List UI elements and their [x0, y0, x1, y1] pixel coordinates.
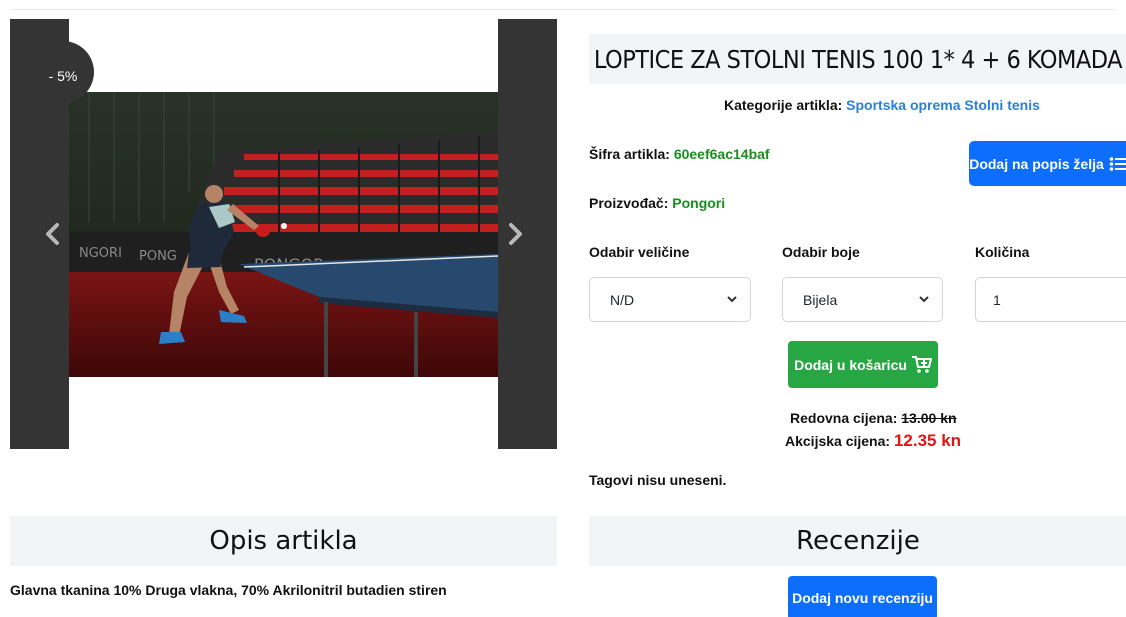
color-select[interactable]: Bijela	[782, 277, 943, 322]
regular-price-value: 13.00 kn	[901, 410, 957, 426]
discount-badge: - 5%	[32, 41, 94, 103]
quantity-input-value: 1	[993, 291, 1001, 308]
category-link-stolni-tenis[interactable]: Stolni tenis	[964, 97, 1039, 113]
color-label: Odabir boje	[782, 244, 860, 260]
add-to-cart-button[interactable]: Dodaj u košaricu	[788, 341, 938, 388]
chevron-left-icon[interactable]	[42, 219, 62, 249]
categories-label: Kategorije artikla:	[724, 97, 843, 113]
product-title: LOPTICE ZA STOLNI TENIS 100 1* 4 + 6 KOM…	[589, 34, 1126, 84]
product-image-carousel[interactable]: NGORI PONG PONGOR - 5%	[10, 19, 557, 449]
cart-plus-icon	[911, 355, 932, 373]
sku-line: Šifra artikla: 60eef6ac14baf	[589, 146, 770, 162]
categories-line: Kategorije artikla: Sportska oprema Stol…	[724, 97, 1040, 113]
sale-price-line: Akcijska cijena: 12.35 kn	[785, 431, 961, 451]
category-link-sportska-oprema[interactable]: Sportska oprema	[846, 97, 960, 113]
tags-text: Tagovi nisu uneseni.	[589, 472, 727, 488]
sku-value: 60eef6ac14baf	[673, 146, 770, 162]
sale-price-label: Akcijska cijena:	[785, 433, 891, 449]
chevron-down-icon	[727, 296, 737, 303]
size-label: Odabir veličine	[589, 244, 690, 260]
add-to-cart-label: Dodaj u košaricu	[794, 356, 907, 373]
add-review-button[interactable]: Dodaj novu recenziju	[788, 576, 937, 617]
svg-text:NGORI: NGORI	[79, 246, 122, 261]
quantity-label: Količina	[975, 244, 1030, 260]
list-icon	[1109, 156, 1126, 171]
quantity-input[interactable]: 1	[975, 277, 1126, 322]
regular-price-label: Redovna cijena:	[790, 410, 898, 426]
top-divider	[10, 9, 1116, 10]
description-text: Glavna tkanina 10% Druga vlakna, 70% Akr…	[10, 582, 447, 598]
reviews-heading: Recenzije	[589, 516, 1126, 566]
size-select[interactable]: N/D	[589, 277, 751, 322]
svg-text:PONG: PONG	[139, 249, 177, 264]
manufacturer-value: Pongori	[672, 195, 726, 211]
manufacturer-label: Proizvođač:	[589, 195, 669, 211]
manufacturer-line: Proizvođač: Pongori	[589, 195, 725, 211]
sku-label: Šifra artikla:	[589, 146, 670, 162]
table-tennis-player-photo: NGORI PONG PONGOR	[69, 92, 498, 377]
regular-price-line: Redovna cijena: 13.00 kn	[790, 410, 957, 426]
description-heading: Opis artikla	[10, 516, 557, 566]
wishlist-button-label: Dodaj na popis želja	[969, 155, 1104, 172]
chevron-down-icon	[919, 296, 929, 303]
add-to-wishlist-button[interactable]: Dodaj na popis želja	[969, 141, 1126, 186]
sale-price-value: 12.35 kn	[893, 431, 962, 450]
chevron-right-icon[interactable]	[506, 219, 526, 249]
size-select-value: N/D	[610, 291, 635, 308]
color-select-value: Bijela	[803, 291, 838, 308]
